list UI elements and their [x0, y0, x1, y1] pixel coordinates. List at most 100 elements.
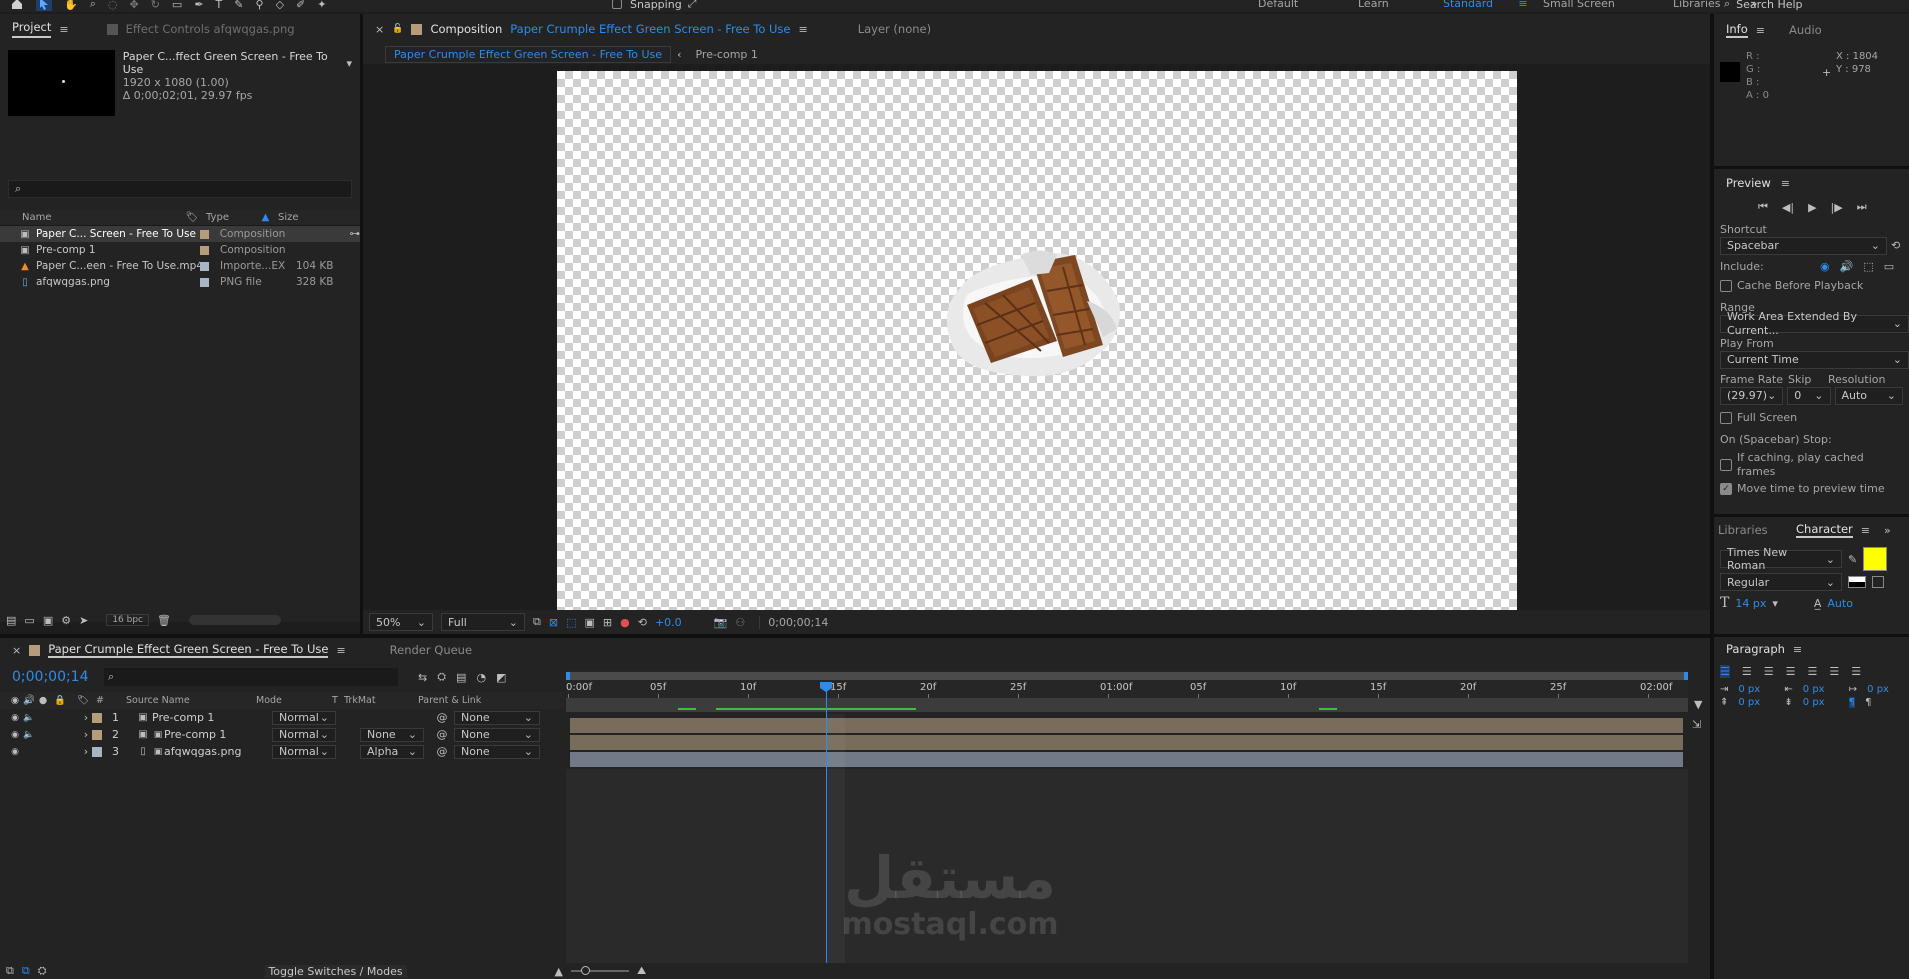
- draft-3d-icon[interactable]: ⛭: [437, 670, 446, 684]
- project-item-label-swatch[interactable]: [199, 229, 209, 239]
- twirl-arrow-icon[interactable]: ›: [80, 745, 92, 758]
- resolution-dropdown[interactable]: Full ⌄: [441, 613, 525, 631]
- snapshot-icon[interactable]: 📷: [714, 616, 728, 629]
- new-composition-icon[interactable]: ▣: [43, 614, 53, 627]
- show-snapshot-icon[interactable]: ⚇: [735, 616, 745, 629]
- layer-row[interactable]: ◉ › 3 ▯ ▣ afqwqgas.png Normal ⌄ Alpha ⌄ @ None ⌄: [0, 743, 564, 760]
- adjust-settings-icon[interactable]: ⚙: [61, 614, 71, 627]
- track-bar-3[interactable]: [570, 752, 1683, 767]
- track-bar-1[interactable]: [570, 718, 1683, 733]
- project-menu-icon[interactable]: ≡: [59, 23, 68, 36]
- exposure-value[interactable]: +0.0: [655, 616, 682, 629]
- zoom-slider[interactable]: [571, 966, 629, 975]
- roto-brush-tool-icon[interactable]: ✐: [296, 0, 305, 11]
- fill-color-swatch[interactable]: [1863, 547, 1888, 571]
- eraser-tool-icon[interactable]: ◇: [276, 0, 284, 11]
- include-audio-icon[interactable]: 🔊: [1840, 260, 1854, 274]
- layer-parent-dropdown[interactable]: None ⌄: [454, 744, 540, 759]
- zoom-out-icon[interactable]: ▲: [555, 965, 563, 978]
- hand-tool-icon[interactable]: ✋: [64, 0, 78, 11]
- trash-icon[interactable]: 🗑: [157, 614, 171, 627]
- justify-center-icon[interactable]: ☰: [1808, 665, 1818, 678]
- twirl-arrow-icon[interactable]: ›: [80, 728, 92, 741]
- justify-right-icon[interactable]: ☰: [1829, 665, 1839, 678]
- play-from-dropdown[interactable]: Current Time ⌄: [1720, 351, 1909, 369]
- tab-effect-controls[interactable]: Effect Controls afqwqgas.png: [126, 22, 295, 36]
- comp-viewer[interactable]: [557, 71, 1517, 610]
- last-frame-icon[interactable]: ⏭: [1857, 200, 1867, 214]
- eyedropper-icon[interactable]: ✎: [1848, 553, 1857, 566]
- layer-row[interactable]: ◉ 🔈 › 1 ▣ Pre-comp 1 Normal ⌄ @ None ⌄: [0, 709, 564, 726]
- twirl-arrow-icon[interactable]: ›: [80, 711, 92, 724]
- preview-menu-icon[interactable]: ≡: [1781, 177, 1790, 190]
- eye-icon[interactable]: ◉: [8, 713, 22, 723]
- font-style-dropdown[interactable]: Regular ⌄: [1720, 573, 1842, 591]
- layer-trkmat-dropdown[interactable]: None ⌄: [360, 727, 424, 742]
- close-tab-icon[interactable]: ×: [375, 23, 384, 36]
- video-switch-icon[interactable]: ◉: [8, 695, 22, 706]
- rotate-tool-icon[interactable]: ↻: [151, 0, 160, 11]
- speaker-icon[interactable]: 🔈: [22, 730, 36, 740]
- clone-stamp-tool-icon[interactable]: ⚲: [256, 0, 264, 11]
- reset-exposure-icon[interactable]: ⟲: [638, 616, 647, 629]
- col-size[interactable]: Size: [272, 212, 312, 223]
- project-item[interactable]: ▲ Paper C...een - Free To Use.mp4 Importe.…: [0, 258, 360, 274]
- layer-parent-dropdown[interactable]: None ⌄: [454, 710, 540, 725]
- chevron-down-icon[interactable]: ▾: [1772, 597, 1778, 610]
- tab-paragraph[interactable]: Paragraph: [1726, 642, 1785, 656]
- project-item-label-swatch[interactable]: [200, 261, 209, 271]
- transparency-grid-icon[interactable]: ⊠: [549, 616, 558, 629]
- snapping-checkbox[interactable]: [612, 0, 622, 9]
- tab-info[interactable]: Info: [1726, 22, 1748, 38]
- timeline-timecode[interactable]: 0;00;00;14: [12, 669, 94, 685]
- black-white-swatch[interactable]: [1848, 576, 1866, 588]
- layer-mode-dropdown[interactable]: Normal ⌄: [272, 744, 336, 759]
- grid-guides-icon[interactable]: ⊞: [603, 616, 612, 629]
- full-screen-checkbox[interactable]: [1720, 412, 1732, 424]
- info-menu-icon[interactable]: ≡: [1756, 24, 1765, 37]
- align-right-icon[interactable]: ☰: [1764, 665, 1774, 678]
- motion-blur-icon[interactable]: ◔: [476, 671, 486, 684]
- region-of-interest-icon[interactable]: ▣: [584, 616, 594, 629]
- comp-dropdown-icon[interactable]: ▾: [346, 57, 352, 70]
- skip-dropdown[interactable]: 0 ⌄: [1787, 387, 1831, 405]
- indent-right-value[interactable]: 0 px: [1803, 684, 1839, 695]
- layer-search-input[interactable]: ⌕: [104, 668, 398, 686]
- work-area-bar[interactable]: [566, 672, 1688, 680]
- fast-previews-icon[interactable]: ⧉: [533, 615, 541, 629]
- comp-menu-icon[interactable]: ≡: [799, 23, 808, 36]
- selection-tool-icon[interactable]: [36, 0, 52, 11]
- home-icon[interactable]: [10, 0, 24, 11]
- project-scrollbar[interactable]: [188, 615, 281, 625]
- workspace-default[interactable]: Default: [1258, 0, 1358, 10]
- audio-switch-icon[interactable]: 🔊: [22, 695, 36, 706]
- layer-row[interactable]: ◉ 🔈 › 2 ▣ ▣ Pre-comp 1 Normal ⌄ None ⌄ @ None ⌄: [0, 726, 564, 743]
- no-stroke-swatch[interactable]: [1872, 576, 1884, 588]
- tab-layer[interactable]: Layer (none): [858, 22, 931, 36]
- pickwhip-icon[interactable]: @: [430, 745, 454, 758]
- search-help-input[interactable]: Search Help: [1736, 0, 1802, 11]
- layer-trkmat-dropdown[interactable]: Alpha ⌄: [360, 744, 424, 759]
- layer-label-swatch[interactable]: [92, 712, 102, 723]
- previous-frame-icon[interactable]: ◀|: [1782, 201, 1794, 214]
- project-item[interactable]: ▣ Paper C... Screen - Free To Use Composit…: [0, 226, 360, 242]
- lock-switch-icon[interactable]: 🔒: [50, 695, 70, 706]
- align-center-icon[interactable]: ☰: [1742, 665, 1752, 678]
- color-channels-icon[interactable]: ●: [620, 616, 630, 629]
- justify-all-icon[interactable]: ☰: [1851, 665, 1861, 678]
- tab-composition-name[interactable]: Paper Crumple Effect Green Screen - Free…: [510, 22, 790, 36]
- if-caching-checkbox[interactable]: [1720, 459, 1732, 471]
- frame-blending-icon[interactable]: ▤: [456, 671, 466, 684]
- workspace-learn[interactable]: Learn: [1358, 0, 1443, 10]
- indent-first-value[interactable]: 0 px: [1867, 684, 1889, 695]
- pickwhip-icon[interactable]: @: [430, 711, 454, 724]
- tab-timeline-comp[interactable]: Paper Crumple Effect Green Screen - Free…: [48, 642, 329, 658]
- bpc-button[interactable]: 16 bpc: [106, 614, 149, 626]
- project-item-label-swatch[interactable]: [200, 245, 209, 255]
- layer-name[interactable]: afqwqgas.png: [164, 745, 272, 758]
- project-item[interactable]: ▣ Pre-comp 1 Composition: [0, 242, 360, 258]
- layer-label-swatch[interactable]: [92, 729, 102, 740]
- pickwhip-icon[interactable]: @: [430, 728, 454, 741]
- interpret-footage-icon[interactable]: ▤: [6, 614, 16, 627]
- col-source-name[interactable]: Source Name: [126, 695, 256, 706]
